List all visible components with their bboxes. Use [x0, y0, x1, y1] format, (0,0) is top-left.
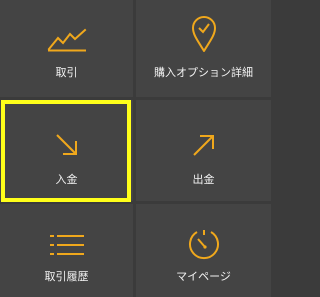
menu-tile-purchase-option-details[interactable]: 購入オプション詳細 — [136, 0, 271, 97]
menu-tile-trade[interactable]: 取引 — [0, 0, 133, 97]
menu-tile-my-page[interactable]: マイページ — [136, 204, 271, 297]
menu-tile-label: 取引 — [55, 66, 78, 79]
list-icon — [49, 235, 84, 255]
menu-tile-label: 入金 — [55, 173, 78, 186]
menu-tile-trade-history[interactable]: 取引履歴 — [0, 204, 133, 297]
map-pin-check-icon — [191, 16, 216, 52]
menu-tile-deposit[interactable]: 入金 — [0, 100, 133, 201]
main-menu-grid: 取引 購入オプション詳細 入金 出金 取引履歴 マイページ — [0, 0, 271, 297]
menu-tile-label: 出金 — [192, 173, 215, 186]
arrow-up-right-icon — [192, 135, 214, 156]
gauge-icon — [188, 230, 219, 260]
menu-tile-label: 取引履歴 — [44, 270, 89, 283]
menu-tile-withdrawal[interactable]: 出金 — [136, 100, 271, 201]
chart-trend-icon — [47, 28, 86, 52]
menu-tile-label: マイページ — [176, 270, 231, 283]
menu-tile-label: 購入オプション詳細 — [154, 66, 253, 79]
arrow-down-right-icon — [55, 134, 77, 155]
